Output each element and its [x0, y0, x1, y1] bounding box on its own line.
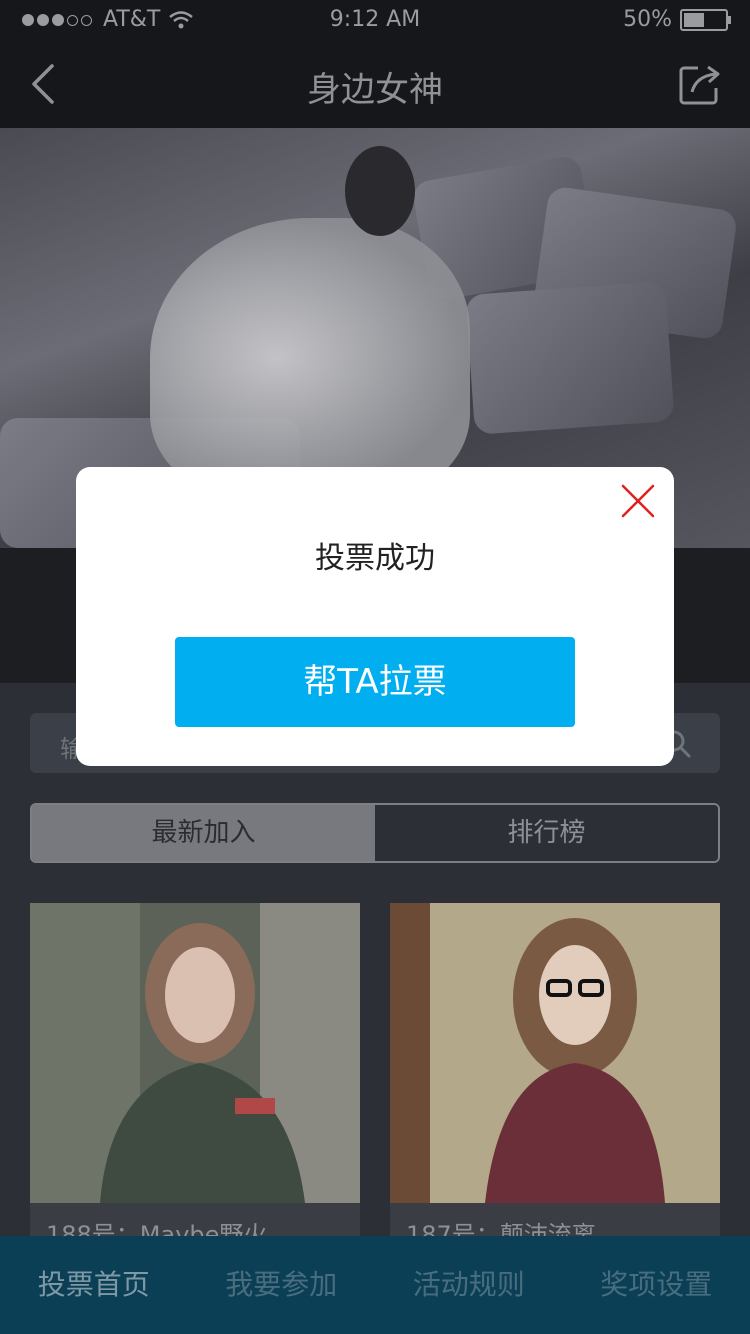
tab-awards[interactable]: 奖项设置: [563, 1236, 750, 1334]
navigation-bar: 身边女神: [0, 40, 750, 128]
contestant-caption: 187号：颠沛流离: [406, 1221, 596, 1238]
close-icon: [621, 484, 655, 518]
tab-vote-home[interactable]: 投票首页: [0, 1236, 188, 1334]
dialog-message: 投票成功: [315, 541, 435, 576]
share-icon: [679, 65, 720, 105]
bottom-tab-bar: 投票首页 我要参加 活动规则 奖项设置: [0, 1236, 750, 1334]
segment-tabs: 最新加入 排行榜: [30, 803, 720, 863]
status-bar: AT&T 9:12 AM 50%: [0, 0, 750, 40]
tab-latest[interactable]: 最新加入: [32, 805, 375, 861]
contestant-photo: [30, 903, 360, 1203]
close-button[interactable]: [620, 483, 656, 519]
contestant-photo: [390, 903, 720, 1203]
battery-percent: 50%: [623, 7, 672, 32]
tab-rules[interactable]: 活动规则: [375, 1236, 563, 1334]
page-title: 身边女神: [307, 70, 443, 110]
canvass-button[interactable]: 帮TA拉票: [175, 637, 575, 727]
contestant-card[interactable]: 188号：Maybe野火: [30, 903, 360, 1238]
contestant-caption: 188号：Maybe野火: [46, 1221, 268, 1238]
battery-icon: [680, 8, 731, 31]
tab-ranking[interactable]: 排行榜: [375, 805, 718, 861]
contestant-card[interactable]: 187号：颠沛流离: [390, 903, 720, 1238]
vote-success-dialog: 投票成功 帮TA拉票: [76, 467, 674, 766]
status-right: 50%: [623, 7, 731, 32]
tab-join[interactable]: 我要参加: [188, 1236, 376, 1334]
share-button[interactable]: [678, 62, 722, 110]
